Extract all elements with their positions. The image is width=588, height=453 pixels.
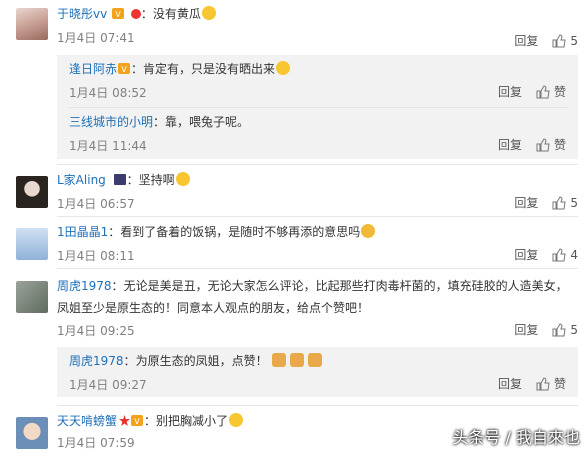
svg-text:V: V xyxy=(121,65,127,74)
thumbs-emoji-icon xyxy=(307,353,322,367)
like-count: 5 xyxy=(570,33,578,48)
reply-button[interactable]: 回复 xyxy=(498,83,522,100)
comment-text: 没有黄瓜 xyxy=(152,7,201,21)
comment-text: 别把胸减小了 xyxy=(156,414,229,428)
comment-line: 周虎1978：无论是美是丑，无论大家怎么评论，比起那些打肉毒杆菌的，填充硅胶的人… xyxy=(57,279,568,315)
divider xyxy=(57,268,578,269)
timestamp: 1月4日 07:41 xyxy=(57,31,135,45)
level-badge-icon xyxy=(113,174,126,185)
reply-button[interactable]: 回复 xyxy=(498,136,522,153)
svg-text:V: V xyxy=(115,10,121,19)
avatar[interactable] xyxy=(16,281,48,313)
thumb-up-icon[interactable] xyxy=(552,195,566,210)
divider xyxy=(69,107,568,108)
reply-text: 为原生态的凤姐，点赞！ xyxy=(135,354,268,368)
avatar[interactable] xyxy=(16,228,48,260)
emoji-icon xyxy=(201,6,216,20)
thumb-up-icon[interactable] xyxy=(536,376,550,391)
divider xyxy=(57,164,578,165)
like-label[interactable]: 赞 xyxy=(554,136,566,153)
reply-button[interactable]: 回复 xyxy=(514,194,538,211)
comment-text: 无论是美是丑，无论大家怎么评论，比起那些打肉毒杆菌的，填充硅胶的人造美女，凤姐至… xyxy=(57,279,568,315)
username-link[interactable]: 三线城市的小明 xyxy=(69,115,153,129)
verified-badge-icon: V xyxy=(118,63,131,74)
watermark: 头条号 / 我自來也 xyxy=(452,428,580,447)
thumb-up-icon[interactable] xyxy=(536,137,550,152)
like-label[interactable]: 赞 xyxy=(554,375,566,392)
username-link[interactable]: 于晓彤vv xyxy=(57,7,107,21)
reply-button[interactable]: 回复 xyxy=(514,32,538,49)
svg-text:V: V xyxy=(134,417,140,426)
thumbs-emoji-icon xyxy=(271,353,286,367)
thumbs-emoji-icon xyxy=(289,353,304,367)
like-count: 4 xyxy=(570,247,578,262)
reply-button[interactable]: 回复 xyxy=(498,375,522,392)
username-link[interactable]: 1田晶晶1 xyxy=(57,225,108,239)
timestamp: 1月4日 08:11 xyxy=(57,249,135,263)
divider xyxy=(57,405,578,406)
avatar[interactable] xyxy=(16,176,48,208)
comment-text: 看到了备着的饭锅，是随时不够再添的意思吗 xyxy=(120,225,361,239)
verified-badge-icon: V xyxy=(131,415,144,426)
username-link[interactable]: 逢日阿赤 xyxy=(69,62,117,76)
like-label[interactable]: 赞 xyxy=(554,83,566,100)
emoji-icon xyxy=(175,172,190,186)
comment-text: 坚持啊 xyxy=(138,173,175,187)
username-link[interactable]: L家Aling xyxy=(57,173,106,187)
avatar[interactable] xyxy=(16,417,48,449)
emoji-icon xyxy=(229,413,244,427)
reply-button[interactable]: 回复 xyxy=(514,246,538,263)
thumb-up-icon[interactable] xyxy=(536,84,550,99)
reply-box: 周虎1978：为原生态的凤姐，点赞！ 1月4日 09:27 回复 赞 xyxy=(57,347,578,397)
comment-line: 于晓彤vv V ：没有黄瓜 xyxy=(57,4,578,24)
like-count: 5 xyxy=(570,322,578,337)
emoji-icon xyxy=(276,61,291,75)
divider xyxy=(57,216,578,217)
thumb-up-icon[interactable] xyxy=(552,247,566,262)
reply-button[interactable]: 回复 xyxy=(514,321,538,338)
thumb-up-icon[interactable] xyxy=(552,33,566,48)
crown-icon xyxy=(130,9,141,19)
emoji-icon xyxy=(361,224,376,238)
verified-badge-icon: V xyxy=(112,8,125,19)
avatar[interactable] xyxy=(16,8,48,40)
reply-text: 肯定有，只是没有晒出来 xyxy=(143,62,276,76)
reply-box: 逢日阿赤 V ：肯定有，只是没有晒出来 1月4日 08:52 回复 赞 三线城市的小… xyxy=(57,55,578,159)
username-link[interactable]: 天天啃螃蟹 xyxy=(57,414,117,428)
timestamp: 1月4日 09:25 xyxy=(57,324,135,338)
username-link[interactable]: 周虎1978 xyxy=(69,354,124,368)
star-icon xyxy=(119,415,131,426)
thumb-up-icon[interactable] xyxy=(552,322,566,337)
username-link[interactable]: 周虎1978 xyxy=(57,279,112,293)
reply-text: 靠，喂兔子呢。 xyxy=(165,115,250,129)
like-count: 5 xyxy=(570,195,578,210)
timestamp: 1月4日 06:57 xyxy=(57,197,135,211)
